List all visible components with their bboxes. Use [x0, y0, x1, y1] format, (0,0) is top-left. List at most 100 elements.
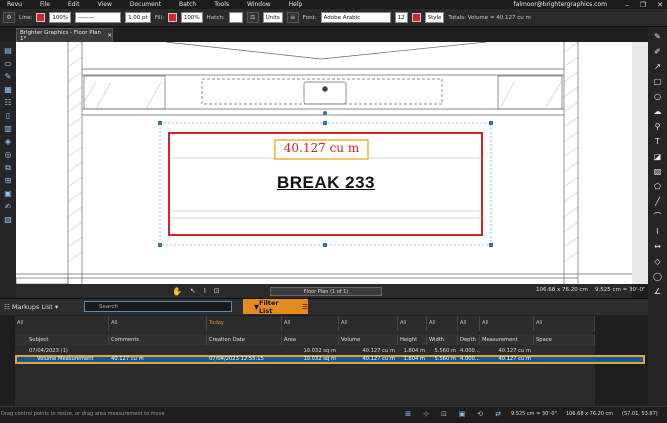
count-icon[interactable]: ◯: [652, 270, 664, 282]
markups-search-input[interactable]: Search: [84, 301, 232, 312]
line-width-field[interactable]: 1.00 pt: [125, 12, 151, 23]
markup-icon[interactable]: ✎: [3, 71, 13, 82]
rectangle-icon[interactable]: □: [652, 75, 664, 87]
bookmarks-icon[interactable]: ▭: [3, 58, 13, 69]
polygon-icon[interactable]: ⬠: [652, 180, 664, 192]
sync-icon[interactable]: ⇄: [492, 408, 504, 420]
text-align-icon[interactable]: ≡: [286, 12, 299, 23]
filter-subject[interactable]: All: [15, 316, 109, 331]
col-area[interactable]: Area: [282, 335, 339, 345]
pan-icon[interactable]: ✋: [172, 287, 182, 296]
ellipse-icon[interactable]: ○: [652, 90, 664, 102]
font-select[interactable]: Adobe Arabic: [320, 12, 391, 23]
fill-opacity-field[interactable]: 100%: [180, 12, 203, 23]
units-select[interactable]: Units: [262, 12, 283, 23]
vertical-scrollbar[interactable]: [632, 42, 648, 284]
close-tab-icon[interactable]: ✕: [107, 33, 112, 39]
filter-depth[interactable]: All: [458, 316, 480, 331]
markups-list-title[interactable]: ☷ Markups List ▾: [4, 303, 58, 311]
filter-date[interactable]: Today: [207, 316, 282, 331]
document-tab[interactable]: Brighter Graphics - Floor Plan 1* ✕: [16, 28, 113, 42]
col-depth[interactable]: Depth: [458, 335, 480, 345]
filter-comments[interactable]: All: [109, 316, 207, 331]
font-color-swatch[interactable]: [411, 13, 421, 22]
snap-to-markup-icon[interactable]: ▣: [456, 408, 468, 420]
signatures-icon[interactable]: ✍: [3, 201, 13, 212]
links-icon[interactable]: ▣: [3, 188, 13, 199]
settings-icon[interactable]: ⚙: [3, 12, 15, 23]
line-style-select[interactable]: ———: [75, 12, 122, 23]
line-opacity-field[interactable]: 100%: [49, 12, 72, 23]
calibrate-icon[interactable]: ⚖: [246, 12, 259, 23]
studio-icon[interactable]: ▥: [3, 123, 13, 134]
col-subject[interactable]: Subject: [15, 335, 109, 345]
menu-file[interactable]: File: [33, 1, 50, 8]
layers-icon[interactable]: ◈: [3, 136, 13, 147]
snap-to-grid-icon[interactable]: ⊹: [420, 408, 432, 420]
document-canvas[interactable]: 40.127 cu m BREAK 233: [16, 42, 632, 284]
properties-icon[interactable]: ☷: [3, 97, 13, 108]
hatch-select[interactable]: [228, 12, 243, 23]
col-comments[interactable]: Comments: [109, 335, 207, 345]
style-select[interactable]: Style: [424, 12, 445, 23]
measurement-label[interactable]: 40.127 cu m: [275, 141, 368, 155]
col-creation-date[interactable]: Creation Date: [207, 335, 282, 345]
cloud-icon[interactable]: ☁: [652, 105, 664, 117]
file-access-icon[interactable]: ▯: [3, 110, 13, 121]
highlight-icon[interactable]: ✐: [652, 45, 664, 57]
forms-icon[interactable]: ▧: [3, 214, 13, 225]
col-width[interactable]: Width: [427, 335, 458, 345]
filter-height[interactable]: All: [398, 316, 427, 331]
menu-revu[interactable]: Revu: [0, 1, 22, 8]
arc-icon[interactable]: ⌒: [652, 210, 664, 222]
text-box-icon[interactable]: T: [652, 135, 664, 147]
menu-tools[interactable]: Tools: [207, 1, 229, 8]
user-account[interactable]: falmoor@brightergraphics.com: [514, 1, 607, 8]
menu-document[interactable]: Document: [123, 1, 161, 8]
filter-list-button[interactable]: ▼ Filter List ☰: [243, 299, 308, 315]
filter-space[interactable]: All: [534, 316, 595, 331]
page-navigation-field[interactable]: Floor Plan (1 of 1): [270, 287, 382, 296]
sets-icon[interactable]: ⊞: [3, 175, 13, 186]
spaces-icon[interactable]: ◎: [3, 149, 13, 160]
angle-icon[interactable]: ∠: [652, 285, 664, 297]
col-height[interactable]: Height: [398, 335, 427, 345]
menu-help[interactable]: Help: [282, 1, 303, 8]
stamp-icon[interactable]: ⚲: [652, 120, 664, 132]
measurements-icon[interactable]: ⧉: [3, 162, 13, 173]
menu-view[interactable]: View: [91, 1, 112, 8]
font-size-select[interactable]: 12: [394, 12, 408, 23]
col-measurement[interactable]: Measurement: [480, 335, 534, 345]
grid-icon[interactable]: ⊞: [402, 408, 414, 420]
image-icon[interactable]: ▨: [652, 165, 664, 177]
area-icon[interactable]: ◇: [652, 255, 664, 267]
menu-window[interactable]: Window: [240, 1, 271, 8]
filter-volume[interactable]: All: [339, 316, 398, 331]
thumbnails-icon[interactable]: ▤: [3, 45, 13, 56]
select-icon[interactable]: ↖: [190, 287, 196, 295]
markup-row[interactable]: Volume Measurement 40.127 cu m 07/04/202…: [15, 356, 595, 363]
group-row[interactable]: 07/04/2023 (1) 10.032 sq m 40.127 cu m 1…: [15, 348, 595, 355]
snap-to-content-icon[interactable]: ⊡: [438, 408, 450, 420]
line-color-swatch[interactable]: [36, 13, 46, 22]
reuse-icon[interactable]: ⟲: [474, 408, 486, 420]
fill-color-swatch[interactable]: [167, 13, 177, 22]
minimize-icon[interactable]: –: [625, 1, 629, 9]
col-space[interactable]: Space: [534, 335, 595, 345]
filter-area[interactable]: All: [282, 316, 339, 331]
close-icon[interactable]: ✕: [657, 1, 663, 9]
col-volume[interactable]: Volume: [339, 335, 398, 345]
text-select-icon[interactable]: I: [204, 287, 206, 295]
pen-icon[interactable]: ✎: [652, 30, 664, 42]
menu-edit[interactable]: Edit: [61, 1, 80, 8]
line-icon[interactable]: ╱: [652, 195, 664, 207]
polyline-icon[interactable]: ⌇: [652, 225, 664, 237]
menu-batch[interactable]: Batch: [172, 1, 196, 8]
restore-icon[interactable]: ❐: [640, 1, 646, 9]
tool-chest-icon[interactable]: ▦: [3, 84, 13, 95]
dimension-icon[interactable]: ↔: [652, 240, 664, 252]
options-icon[interactable]: ☰: [302, 303, 308, 311]
filter-width[interactable]: All: [427, 316, 458, 331]
filter-measurement[interactable]: All: [480, 316, 534, 331]
callout-icon[interactable]: ◪: [652, 150, 664, 162]
